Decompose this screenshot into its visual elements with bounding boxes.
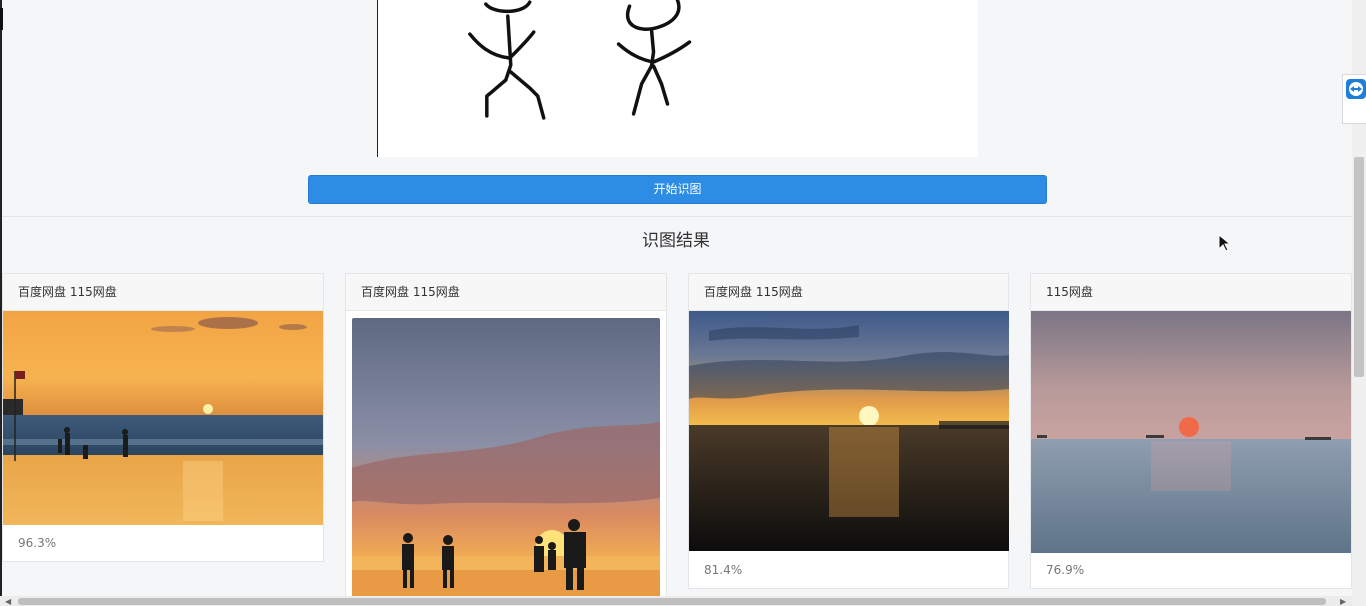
result-source: 百度网盘 115网盘 — [346, 274, 666, 311]
result-source: 115网盘 — [1031, 274, 1351, 311]
sketch-drawing — [468, 0, 692, 120]
scroll-left-icon[interactable]: ◀ — [5, 597, 11, 606]
result-image[interactable] — [689, 311, 1009, 551]
result-image[interactable] — [3, 311, 323, 525]
beach-sunset-image — [3, 311, 323, 525]
remote-tool-tab[interactable] — [1342, 74, 1366, 124]
sketch-canvas[interactable] — [377, 0, 978, 157]
result-source: 百度网盘 115网盘 — [689, 274, 1008, 311]
result-card[interactable]: 百度网盘 115网盘 81.4% — [688, 273, 1009, 589]
mouse-cursor-icon — [1218, 234, 1232, 252]
section-divider — [2, 216, 1352, 217]
calm-sea-sunset-image — [1031, 311, 1351, 553]
result-card[interactable]: 百度网盘 115网盘 — [2, 273, 324, 562]
results-title: 识图结果 — [642, 231, 710, 251]
beach-people-sunset-image — [352, 318, 660, 598]
similarity-score: 81.4% — [704, 563, 743, 577]
result-card[interactable]: 115网盘 76.9% — [1030, 273, 1352, 589]
result-source: 百度网盘 115网盘 — [3, 274, 323, 311]
similarity-score: 76.9% — [1046, 563, 1085, 577]
horizontal-scroll-thumb[interactable] — [18, 598, 1326, 605]
teamviewer-icon[interactable] — [1346, 79, 1366, 99]
similarity-score: 96.3% — [18, 536, 57, 550]
result-image[interactable] — [352, 318, 660, 598]
start-recognition-button[interactable]: 开始识图 — [308, 175, 1047, 204]
window-edge-mark — [0, 8, 3, 30]
sea-sunset-image — [689, 311, 1009, 551]
result-card[interactable]: 百度网盘 115网盘 — [345, 273, 667, 606]
vertical-scroll-thumb[interactable] — [1354, 157, 1364, 377]
scroll-right-icon[interactable]: ▶ — [1340, 597, 1346, 606]
result-image[interactable] — [1031, 311, 1351, 553]
